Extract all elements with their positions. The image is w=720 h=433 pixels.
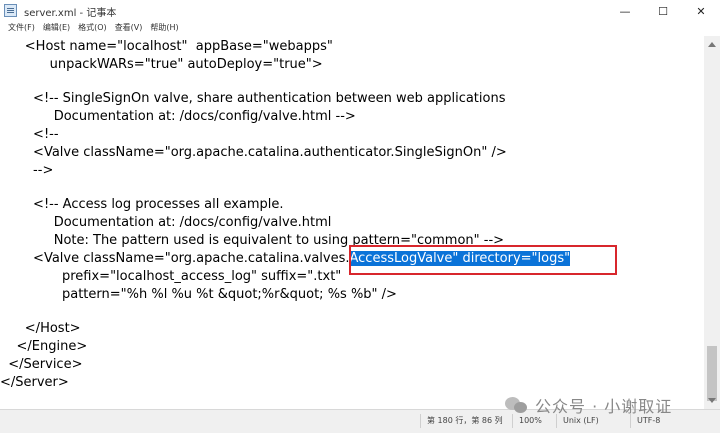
editor-line: Documentation at: /docs/config/valve.htm… — [0, 109, 356, 124]
editor-line: </Service> — [0, 357, 83, 372]
vertical-scrollbar[interactable] — [704, 36, 720, 409]
editor-line: </Engine> — [0, 339, 88, 354]
editor-line: </Host> — [0, 321, 81, 336]
editor-line: Documentation at: /docs/config/valve.htm… — [0, 215, 332, 230]
editor-line: <!-- SingleSignOn valve, share authentic… — [0, 91, 506, 106]
menu-edit[interactable]: 编辑(E) — [43, 22, 70, 36]
window-title: server.xml - 记事本 — [24, 8, 117, 19]
editor-line: pattern="%h %l %u %t &quot;%r&quot; %s %… — [0, 287, 397, 302]
title-bar: server.xml - 记事本 — ☐ ✕ — [0, 0, 720, 22]
watermark-text: 公众号 · 小谢取证 — [535, 397, 673, 416]
menu-format[interactable]: 格式(O) — [78, 22, 107, 36]
maximize-button[interactable]: ☐ — [646, 0, 680, 22]
editor-line: prefix="localhost_access_log" suffix=".t… — [0, 269, 342, 284]
editor-line: --> — [0, 163, 54, 178]
scroll-down-arrow-icon[interactable] — [708, 398, 716, 403]
close-button[interactable]: ✕ — [684, 0, 718, 22]
editor-line: <Host name="localhost" appBase="webapps" — [0, 39, 333, 54]
editor-line: </Server> — [0, 375, 69, 390]
menu-view[interactable]: 查看(V) — [115, 22, 143, 36]
editor-line: unpackWARs="true" autoDeploy="true"> — [0, 57, 323, 72]
watermark: 公众号 · 小谢取证 — [505, 392, 705, 418]
text-editor[interactable]: <Host name="localhost" appBase="webapps"… — [0, 36, 704, 409]
minimize-button[interactable]: — — [608, 0, 642, 22]
menu-bar: 文件(F) 编辑(E) 格式(O) 查看(V) 帮助(H) — [0, 22, 720, 36]
editor-line-text: <Valve className="org.apache.catalina.va… — [0, 251, 350, 266]
menu-file[interactable]: 文件(F) — [8, 22, 35, 36]
status-cursor-position: 第 180 行，第 86 列 — [420, 414, 512, 428]
menu-help[interactable]: 帮助(H) — [150, 22, 178, 36]
wechat-icon — [505, 395, 529, 415]
scrollbar-thumb[interactable] — [707, 346, 717, 401]
highlight-annotation-box — [349, 245, 617, 275]
notepad-icon — [4, 4, 17, 17]
editor-line: <Valve className="org.apache.catalina.au… — [0, 145, 507, 160]
editor-line: <!-- — [0, 127, 59, 142]
status-empty-area — [0, 414, 420, 428]
scroll-up-arrow-icon[interactable] — [708, 42, 716, 47]
editor-line: <!-- Access log processes all example. — [0, 197, 284, 212]
